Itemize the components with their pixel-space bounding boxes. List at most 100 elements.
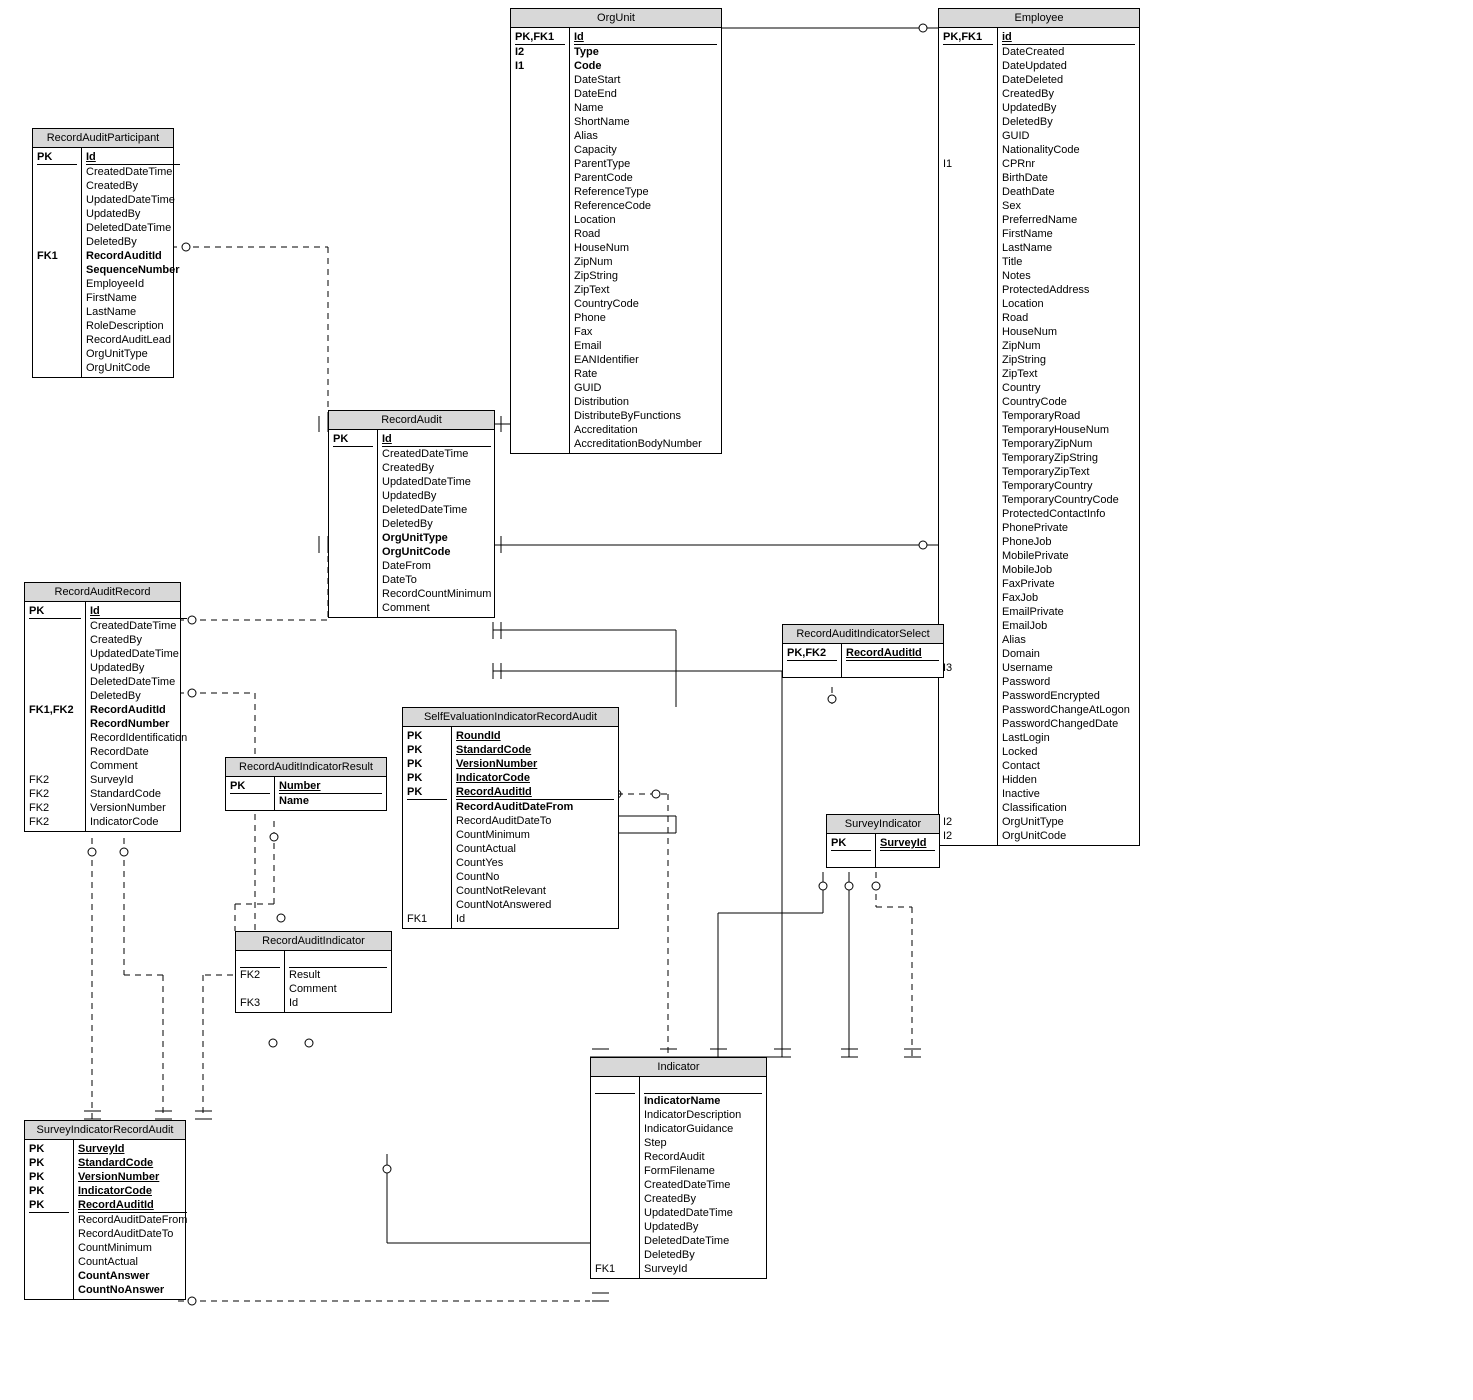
attr-name: FormFilename [644,1164,762,1178]
attr-tag [37,207,77,221]
attr-tag [595,1220,635,1234]
attr-name: Fax [574,325,717,339]
attr-tag: FK3 [240,996,280,1010]
pk-tag: PK [29,1198,69,1212]
pk-name: StandardCode [78,1156,187,1170]
attr-tag [943,101,993,115]
attr-name: OrgUnitCode [86,361,180,375]
entity-recordauditindicator: RecordAuditIndicator FK2 FK3 ResultComme… [235,931,392,1013]
attr-name: UpdatedBy [382,489,491,503]
attr-name: Comment [90,759,187,773]
attr-tag [943,143,993,157]
attr-name: Sex [1002,199,1135,213]
pk-tag: PK [37,150,77,164]
attr-tag [943,703,993,717]
attr-name: ProtectedAddress [1002,283,1135,297]
attr-tag [515,409,565,423]
attr-name: IndicatorDescription [644,1108,762,1122]
attr-name: Result [289,968,387,982]
attr-name: Comment [289,982,387,996]
pk-name: RecordAuditId [78,1198,187,1212]
attr-tag [515,437,565,451]
entity-surveyindicatorrecordaudit: SurveyIndicatorRecordAudit PKPKPKPKPK Su… [24,1120,186,1300]
attr-tag [515,255,565,269]
attr-tag [595,1234,635,1248]
attr-tag [943,311,993,325]
entity-title: RecordAudit [329,411,494,430]
attr-tag: FK1,FK2 [29,703,81,717]
pk-tag: PK [29,1156,69,1170]
attr-name: RecordAuditDateFrom [78,1213,187,1227]
attr-name: Hidden [1002,773,1135,787]
entity-recordauditindicatorselect: RecordAuditIndicatorSelect PK,FK2 Record… [782,624,944,678]
attr-tag [943,353,993,367]
attr-name: EmailJob [1002,619,1135,633]
attr-tag [333,601,373,615]
attr-name: CreatedBy [644,1192,762,1206]
attr-name: Comment [382,601,491,615]
attr-tag [943,633,993,647]
attr-tag [943,115,993,129]
entity-selfevalindicator: SelfEvaluationIndicatorRecordAudit PKPKP… [402,707,619,929]
attr-tag [943,199,993,213]
attr-name: PasswordChangedDate [1002,717,1135,731]
attr-name: CountNoAnswer [78,1283,187,1297]
attr-tag [595,1192,635,1206]
attr-name: ReferenceType [574,185,717,199]
attr-tag [515,353,565,367]
pk-name: StandardCode [456,743,614,757]
attr-name: Alias [1002,633,1135,647]
attr-name: LastLogin [1002,731,1135,745]
attr-name: Code [574,59,717,73]
attr-tag [29,675,81,689]
attr-name: IndicatorName [644,1094,762,1108]
attr-name: TemporaryRoad [1002,409,1135,423]
attr-tag [515,367,565,381]
attr-tag [407,814,447,828]
attr-tag [595,1122,635,1136]
attr-tag [515,311,565,325]
attr-name: CreatedDateTime [644,1178,762,1192]
entity-orgunit: OrgUnit PK,FK1I2I1 IdTypeCodeDateStartDa… [510,8,722,454]
attr-tag [515,143,565,157]
attr-name: IndicatorCode [90,815,187,829]
attr-tag [943,787,993,801]
attr-name: FirstName [86,291,180,305]
attr-tag [29,1227,69,1241]
pk-tag: PK [407,757,447,771]
attr-tag [943,171,993,185]
attr-tag [943,409,993,423]
pk-tag: PK [29,1184,69,1198]
attr-name: RecordAuditId [90,703,187,717]
entity-title: RecordAuditParticipant [33,129,173,148]
pk-tag: PK [29,604,81,618]
attr-name: RecordCountMinimum [382,587,491,601]
entity-title: SelfEvaluationIndicatorRecordAudit [403,708,618,727]
pk-tag: PK [230,779,270,793]
attr-name: Contact [1002,759,1135,773]
attr-tag [943,535,993,549]
attr-tag [595,1206,635,1220]
attr-tag [943,73,993,87]
attr-tag [943,507,993,521]
attr-tag [29,1283,69,1297]
attr-tag [943,129,993,143]
pk-tag: PK [407,785,447,799]
attr-name: NationalityCode [1002,143,1135,157]
attr-tag [943,213,993,227]
attr-tag [515,339,565,353]
attr-name: SequenceNumber [86,263,180,277]
attr-tag [29,745,81,759]
attr-name: UpdatedBy [1002,101,1135,115]
entity-employee: Employee PK,FK1 I1 I3 I2I2 idDateCreated… [938,8,1140,846]
attr-tag [515,325,565,339]
attr-tag [515,199,565,213]
attr-name: CreatedBy [86,179,180,193]
attr-name: RecordAuditDateTo [78,1227,187,1241]
attr-name: DeletedDateTime [86,221,180,235]
attr-tag [515,73,565,87]
attr-name: EANIdentifier [574,353,717,367]
attr-tag [37,305,77,319]
attr-tag [29,759,81,773]
attr-tag [29,1241,69,1255]
